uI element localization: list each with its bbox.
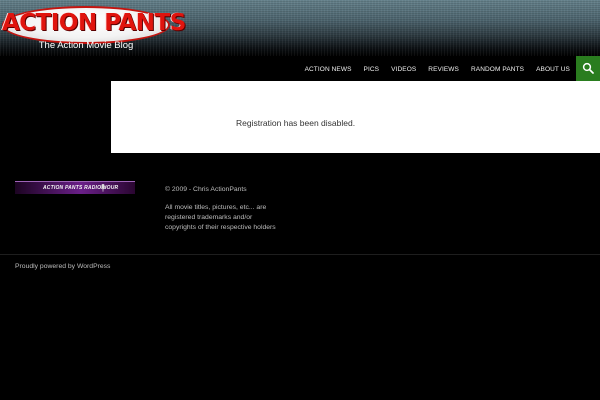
site-title[interactable]: ACTION PANTS (2, 10, 186, 36)
nav-item-videos[interactable]: VIDEOS (385, 66, 422, 73)
nav-item-pics[interactable]: PICS (358, 66, 386, 73)
footer-divider (0, 254, 600, 255)
radio-hour-banner[interactable]: ACTION PANTS RADIO HOUR (15, 181, 135, 194)
legal-notice: All movie titles, pictures, etc... are r… (165, 203, 276, 233)
site-logo[interactable]: ACTION PANTS The Action Movie Blog (2, 6, 186, 54)
powered-by-link[interactable]: Proudly powered by WordPress (15, 263, 110, 270)
search-button[interactable] (576, 56, 600, 81)
legal-line: registered trademarks and/or (165, 214, 253, 221)
main-navigation: ACTION NEWS PICS VIDEOS REVIEWS RANDOM P… (299, 58, 576, 80)
nav-item-random-pants[interactable]: RANDOM PANTS (465, 66, 530, 73)
nav-item-reviews[interactable]: REVIEWS (422, 66, 465, 73)
legal-line: copyrights of their respective holders (165, 224, 276, 231)
legal-line: All movie titles, pictures, etc... are (165, 204, 267, 211)
copyright-text: © 2009 - Chris ActionPants (165, 186, 247, 193)
site-tagline: The Action Movie Blog (38, 40, 134, 51)
nav-item-action-news[interactable]: ACTION NEWS (299, 66, 358, 73)
content-area: Registration has been disabled. (111, 81, 600, 153)
page: ACTION PANTS The Action Movie Blog ACTIO… (0, 0, 600, 400)
radio-banner-text: ACTION PANTS RADIO HOUR (43, 185, 119, 191)
search-icon (582, 62, 594, 74)
header-banner: ACTION PANTS The Action Movie Blog (0, 0, 600, 56)
nav-item-about-us[interactable]: ABOUT US (530, 66, 576, 73)
registration-message: Registration has been disabled. (236, 118, 356, 128)
microphone-icon (100, 184, 106, 192)
